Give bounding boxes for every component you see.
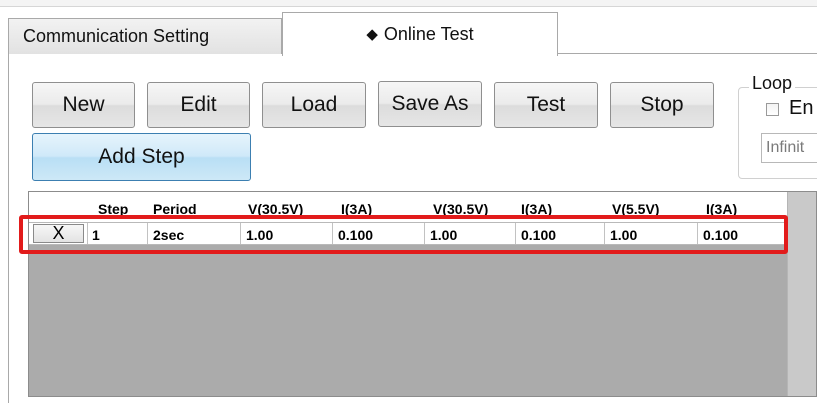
cell-divider [147, 223, 148, 244]
cell-v1[interactable]: 1.00 [246, 227, 273, 243]
step-grid[interactable]: Step Period V(30.5V) I(3A) V(30.5V) I(3A… [28, 191, 817, 397]
col-header-i3: I(3A) [706, 201, 738, 217]
loop-count-value: Infinit [766, 139, 805, 156]
loop-enable-checkbox[interactable] [766, 103, 779, 116]
col-header-v1: V(30.5V) [248, 201, 304, 217]
load-button[interactable]: Load [262, 82, 366, 128]
cell-period[interactable]: 2sec [153, 227, 184, 243]
cell-i2[interactable]: 0.100 [521, 227, 556, 243]
tab-online-test[interactable]: ◆ Online Test [282, 12, 558, 56]
delete-row-button[interactable]: X [33, 223, 84, 243]
diamond-icon: ◆ [366, 25, 378, 43]
save-as-button[interactable]: Save As [378, 81, 482, 127]
loop-count-input[interactable]: Infinit [761, 133, 817, 163]
table-row[interactable]: X 1 2sec 1.00 0.100 1.00 0.100 1.00 0.10… [29, 222, 789, 245]
save-as-button-label: Save As [391, 92, 469, 115]
edit-button[interactable]: Edit [147, 82, 250, 128]
tab-bar-divider [558, 53, 817, 54]
load-button-label: Load [290, 93, 338, 116]
stop-button[interactable]: Stop [610, 82, 714, 128]
col-header-i2: I(3A) [521, 201, 553, 217]
col-header-v3: V(5.5V) [612, 201, 660, 217]
stop-button-label: Stop [640, 93, 684, 116]
edit-button-label: Edit [180, 93, 217, 116]
test-button[interactable]: Test [494, 82, 598, 128]
add-step-button[interactable]: Add Step [32, 133, 251, 181]
cell-divider [697, 223, 698, 244]
cell-divider [424, 223, 425, 244]
window-top-strip [0, 0, 817, 7]
tab-communication-setting[interactable]: Communication Setting [8, 18, 282, 54]
cell-divider [604, 223, 605, 244]
col-header-period: Period [153, 201, 197, 217]
col-header-step: Step [98, 201, 129, 217]
cell-divider [332, 223, 333, 244]
cell-i3[interactable]: 0.100 [703, 227, 738, 243]
add-step-button-label: Add Step [98, 145, 185, 168]
panel-left-border [8, 53, 9, 403]
test-button-label: Test [526, 93, 566, 116]
new-button-label: New [62, 93, 105, 116]
loop-group-title: Loop [749, 73, 796, 94]
cell-i1[interactable]: 0.100 [338, 227, 373, 243]
new-button[interactable]: New [32, 82, 135, 128]
col-header-i1: I(3A) [341, 201, 373, 217]
cell-divider [87, 223, 88, 244]
cell-divider [515, 223, 516, 244]
close-icon: X [52, 223, 65, 243]
grid-vertical-scrollbar[interactable] [787, 192, 816, 396]
col-header-v2: V(30.5V) [433, 201, 489, 217]
grid-header: Step Period V(30.5V) I(3A) V(30.5V) I(3A… [29, 192, 789, 222]
cell-divider [240, 223, 241, 244]
cell-v2[interactable]: 1.00 [430, 227, 457, 243]
cell-v3[interactable]: 1.00 [610, 227, 637, 243]
tab-online-test-label: Online Test [383, 24, 474, 44]
cell-step[interactable]: 1 [92, 227, 100, 243]
tab-communication-setting-label: Communication Setting [23, 26, 210, 46]
loop-enable-label: En [789, 97, 814, 119]
